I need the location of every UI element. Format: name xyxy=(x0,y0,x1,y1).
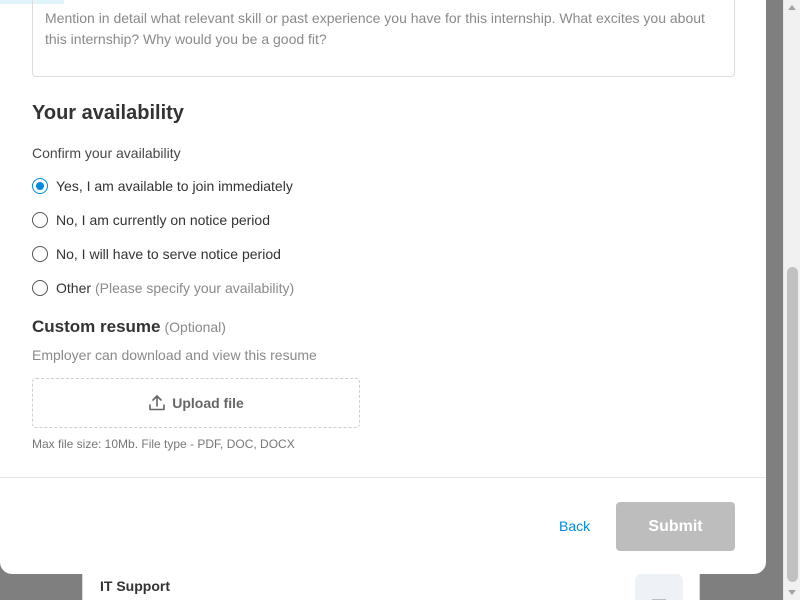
radio-unchecked-icon[interactable] xyxy=(32,212,48,228)
availability-option-label: Other xyxy=(56,280,92,296)
custom-resume-title: Custom resume (Optional) xyxy=(32,317,226,337)
cover-letter-textarea[interactable]: Mention in detail what relevant skill or… xyxy=(32,0,735,77)
availability-option-label: No, I will have to serve notice period xyxy=(56,246,281,262)
availability-confirm-label: Confirm your availability xyxy=(32,145,181,161)
availability-option-label: Yes, I am available to join immediately xyxy=(56,178,293,194)
background-card-title: IT Support xyxy=(100,578,170,594)
submit-button[interactable]: Submit xyxy=(616,502,735,551)
upload-icon xyxy=(148,394,166,412)
back-button[interactable]: Back xyxy=(559,518,590,534)
availability-option-label: No, I am currently on notice period xyxy=(56,212,270,228)
cover-letter-placeholder: Mention in detail what relevant skill or… xyxy=(45,10,705,47)
application-modal: Mention in detail what relevant skill or… xyxy=(0,0,766,574)
resume-description: Employer can download and view this resu… xyxy=(32,347,317,363)
radio-dot xyxy=(36,182,44,190)
upload-file-button[interactable]: Upload file xyxy=(32,378,360,428)
availability-title: Your availability xyxy=(32,102,184,124)
availability-option-hint: (Please specify your availability) xyxy=(95,280,295,296)
scrollbar-thumb[interactable] xyxy=(787,267,798,582)
scroll-down-icon[interactable] xyxy=(788,590,796,595)
availability-option-notice-period[interactable]: No, I am currently on notice period xyxy=(32,212,270,228)
radio-unchecked-icon[interactable] xyxy=(32,246,48,262)
availability-option-other[interactable]: Other (Please specify your availability) xyxy=(32,280,294,296)
optional-label: (Optional) xyxy=(164,319,226,335)
upload-file-note: Max file size: 10Mb. File type - PDF, DO… xyxy=(32,437,295,451)
radio-checked-icon[interactable] xyxy=(32,178,48,194)
company-logo-placeholder-icon xyxy=(635,573,683,600)
scroll-up-icon[interactable] xyxy=(788,5,796,10)
radio-unchecked-icon[interactable] xyxy=(32,280,48,296)
custom-resume-title-text: Custom resume xyxy=(32,317,161,336)
page-scrollbar[interactable] xyxy=(783,0,800,600)
availability-option-immediate[interactable]: Yes, I am available to join immediately xyxy=(32,178,293,194)
upload-file-label: Upload file xyxy=(172,395,244,411)
availability-option-serve-notice[interactable]: No, I will have to serve notice period xyxy=(32,246,281,262)
footer-divider xyxy=(0,477,766,478)
